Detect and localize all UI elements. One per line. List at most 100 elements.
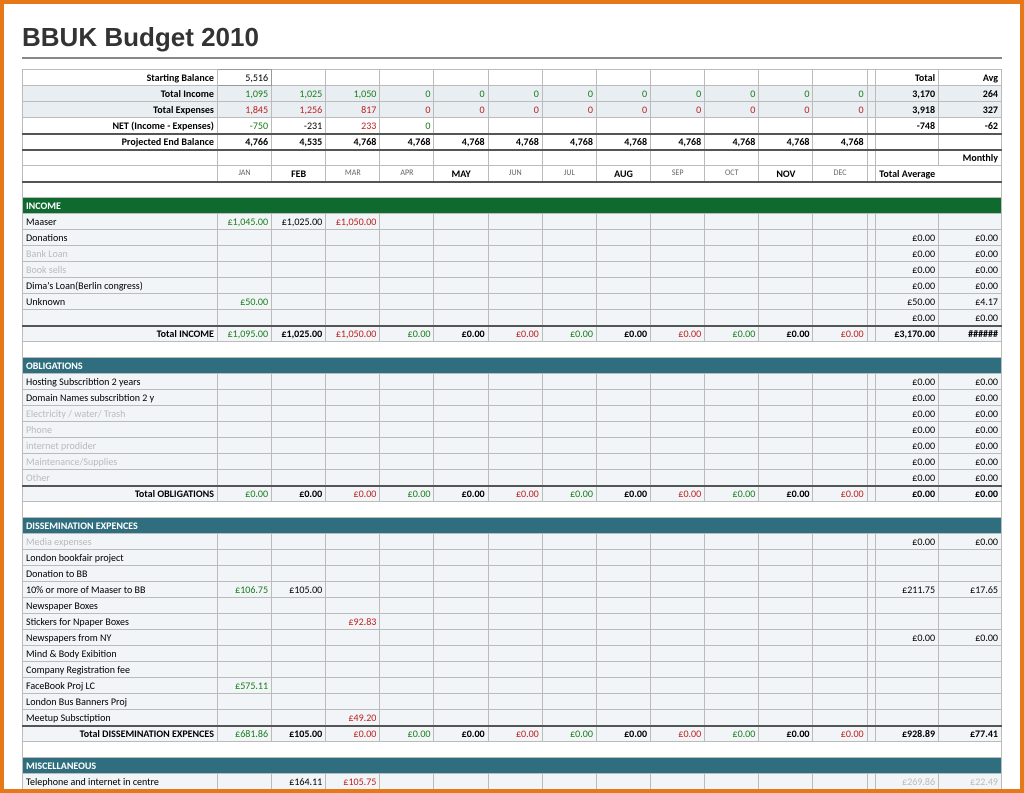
cell[interactable]: Maaser [23, 214, 218, 230]
cell[interactable] [380, 294, 434, 310]
cell[interactable] [759, 582, 813, 598]
cell[interactable] [759, 230, 813, 246]
cell[interactable] [705, 310, 759, 326]
cell[interactable]: Dima's Loan(Berlin congress) [23, 278, 218, 294]
cell[interactable] [759, 550, 813, 566]
cell[interactable] [867, 630, 876, 646]
cell[interactable]: Donation to BB [23, 566, 218, 582]
cell[interactable]: £0.00 [705, 486, 759, 502]
cell[interactable] [876, 150, 939, 166]
cell[interactable]: Deposit for centre [23, 790, 218, 793]
cell[interactable] [759, 438, 813, 454]
cell[interactable] [651, 678, 705, 694]
cell[interactable] [867, 646, 876, 662]
cell[interactable] [217, 662, 271, 678]
cell[interactable]: 0 [651, 86, 705, 102]
cell[interactable] [705, 710, 759, 726]
cell[interactable] [867, 294, 876, 310]
cell[interactable]: £0.00 [876, 486, 939, 502]
cell[interactable] [596, 630, 650, 646]
cell[interactable] [596, 310, 650, 326]
cell[interactable]: Newspapers from NY [23, 630, 218, 646]
cell[interactable]: £0.00 [876, 246, 939, 262]
cell[interactable] [326, 646, 380, 662]
cell[interactable] [542, 454, 596, 470]
cell[interactable] [867, 678, 876, 694]
cell[interactable] [867, 726, 876, 742]
cell[interactable] [867, 486, 876, 502]
cell[interactable]: Unknown [23, 294, 218, 310]
cell[interactable]: 0 [488, 102, 542, 118]
cell[interactable] [542, 214, 596, 230]
cell[interactable] [380, 214, 434, 230]
cell[interactable]: Projected End Balance [23, 134, 218, 150]
cell[interactable]: £0.00 [596, 326, 650, 342]
cell[interactable]: £0.00 [939, 422, 1002, 438]
cell[interactable] [326, 662, 380, 678]
cell[interactable] [542, 662, 596, 678]
cell[interactable] [434, 214, 488, 230]
cell[interactable] [217, 470, 271, 486]
cell[interactable] [759, 630, 813, 646]
cell[interactable] [813, 646, 867, 662]
cell[interactable] [596, 406, 650, 422]
cell[interactable]: £0.00 [596, 486, 650, 502]
cell[interactable]: £1,095.00 [217, 326, 271, 342]
cell[interactable] [876, 550, 939, 566]
cell[interactable] [651, 630, 705, 646]
cell[interactable] [596, 70, 650, 86]
cell[interactable] [380, 678, 434, 694]
cell[interactable]: Newspaper Boxes [23, 598, 218, 614]
cell[interactable] [596, 374, 650, 390]
cell[interactable] [651, 790, 705, 793]
cell[interactable] [651, 262, 705, 278]
cell[interactable] [813, 566, 867, 582]
cell[interactable] [23, 182, 1002, 198]
cell[interactable]: 4,768 [813, 134, 867, 150]
cell[interactable] [542, 70, 596, 86]
cell[interactable] [380, 150, 434, 166]
cell[interactable] [867, 454, 876, 470]
cell[interactable] [939, 550, 1002, 566]
cell[interactable] [939, 646, 1002, 662]
cell[interactable]: £0.00 [939, 246, 1002, 262]
cell[interactable] [272, 534, 326, 550]
cell[interactable] [217, 390, 271, 406]
cell[interactable]: £0.00 [939, 534, 1002, 550]
cell[interactable] [23, 150, 218, 166]
cell[interactable] [596, 454, 650, 470]
cell[interactable] [813, 230, 867, 246]
cell[interactable] [596, 662, 650, 678]
cell[interactable]: £0.00 [876, 230, 939, 246]
cell[interactable]: £164.11 [272, 774, 326, 790]
cell[interactable] [434, 790, 488, 793]
cell[interactable] [813, 422, 867, 438]
cell[interactable] [939, 134, 1002, 150]
cell[interactable]: £0.00 [939, 262, 1002, 278]
cell[interactable] [326, 678, 380, 694]
cell[interactable] [488, 262, 542, 278]
cell[interactable] [759, 678, 813, 694]
cell[interactable] [488, 150, 542, 166]
cell[interactable] [759, 422, 813, 438]
cell[interactable] [326, 230, 380, 246]
cell[interactable] [813, 534, 867, 550]
cell[interactable] [488, 214, 542, 230]
cell[interactable] [542, 278, 596, 294]
cell[interactable]: INCOME [23, 198, 1002, 214]
cell[interactable]: 10% or more of Maaser to BB [23, 582, 218, 598]
cell[interactable]: AUG [596, 166, 650, 182]
cell[interactable] [596, 550, 650, 566]
cell[interactable] [272, 374, 326, 390]
cell[interactable] [705, 454, 759, 470]
cell[interactable]: £1,025.00 [272, 326, 326, 342]
cell[interactable] [813, 662, 867, 678]
cell[interactable] [867, 150, 876, 166]
cell[interactable] [876, 710, 939, 726]
cell[interactable] [272, 150, 326, 166]
cell[interactable] [596, 118, 650, 134]
cell[interactable]: £269.86 [876, 774, 939, 790]
cell[interactable] [596, 566, 650, 582]
cell[interactable] [488, 454, 542, 470]
cell[interactable] [705, 566, 759, 582]
